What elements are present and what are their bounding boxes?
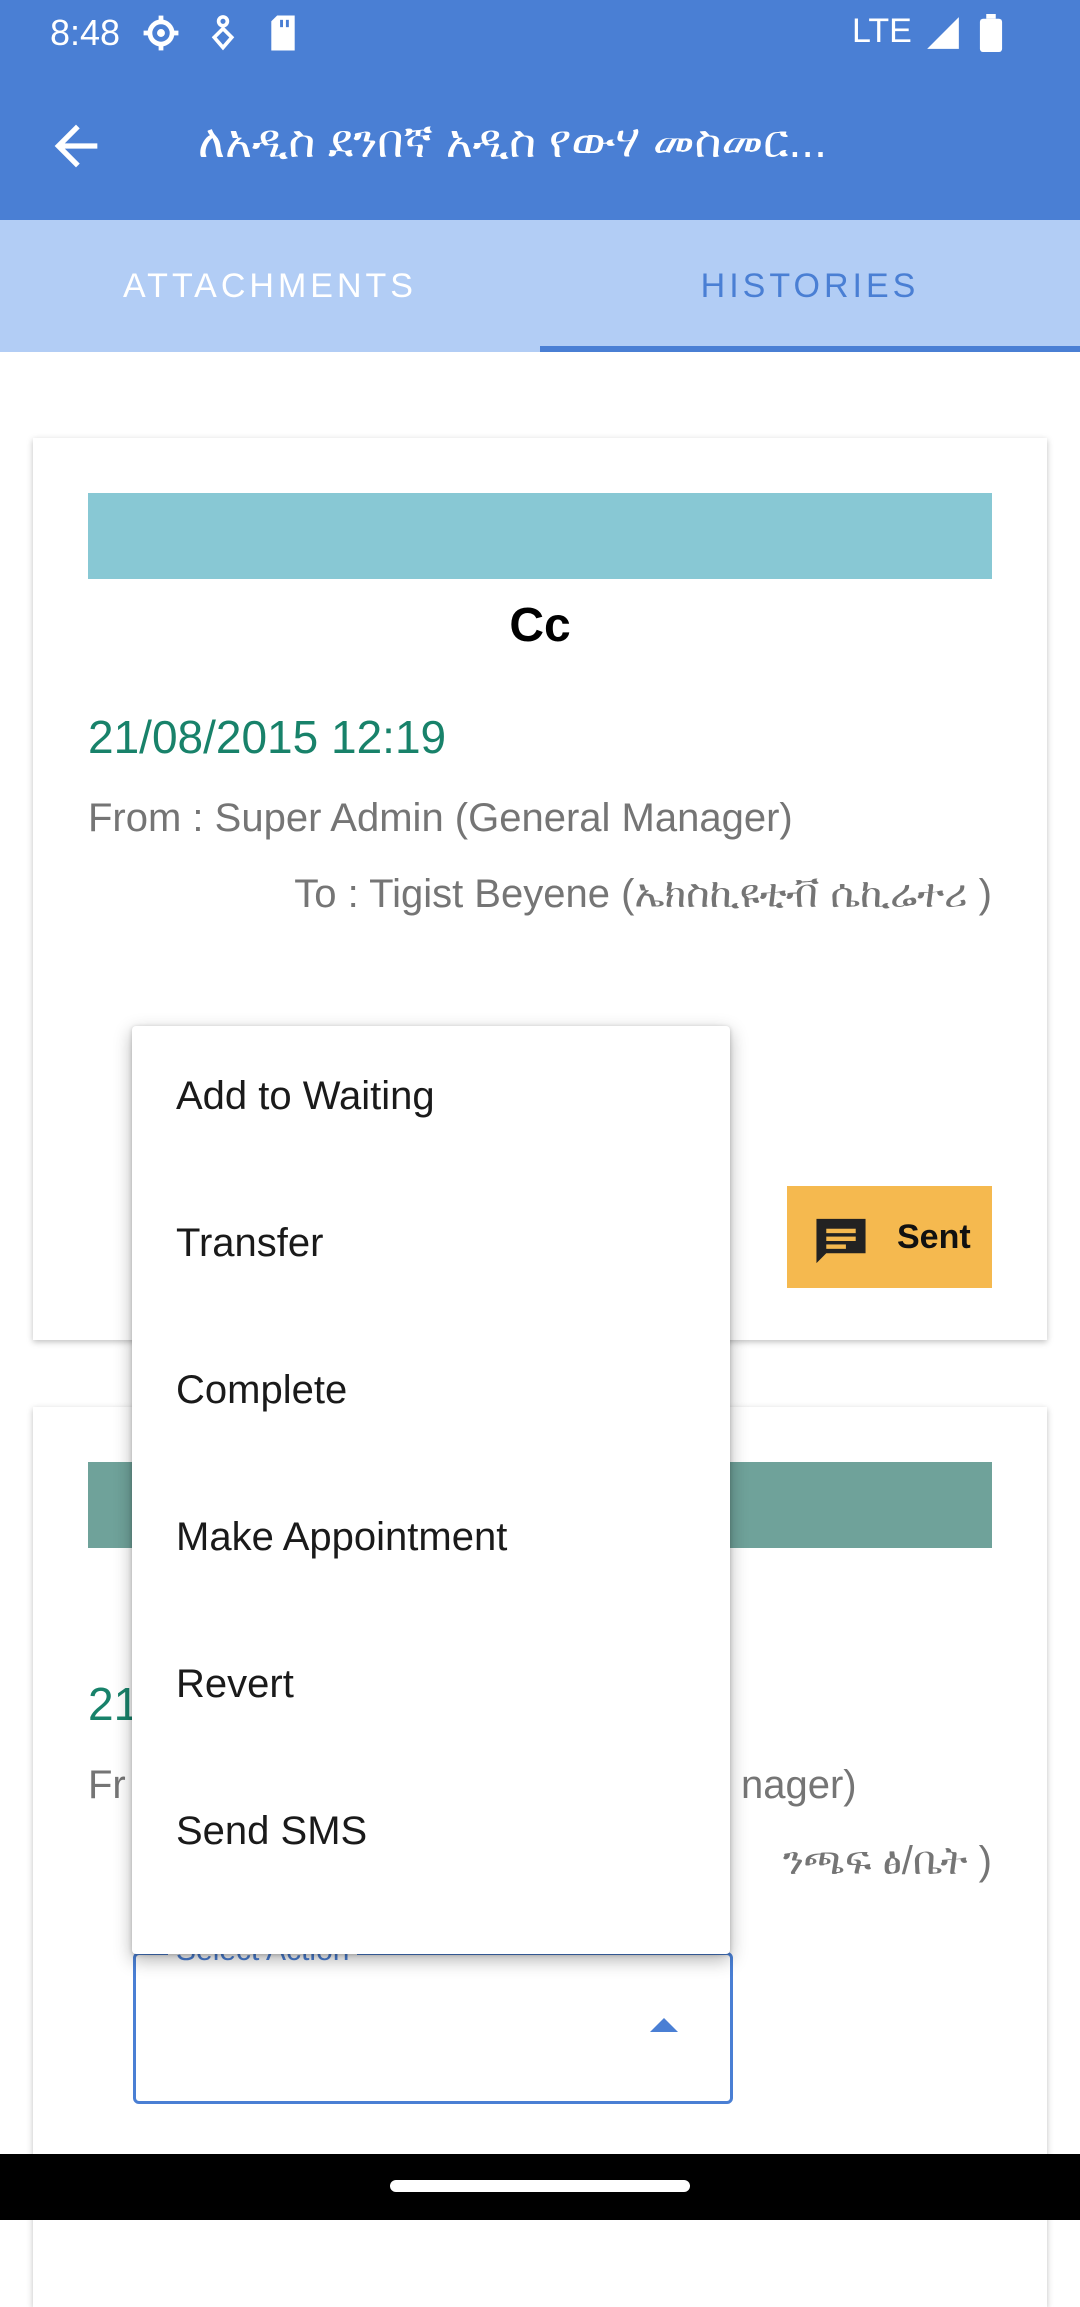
sent-button[interactable]: Sent — [787, 1186, 992, 1288]
network-type: LTE — [852, 12, 912, 50]
tab-indicator — [540, 346, 1080, 352]
menu-item-transfer[interactable]: Transfer — [132, 1173, 730, 1320]
menu-item-revert[interactable]: Revert — [132, 1614, 730, 1761]
history-to: To : Tigist Beyene (ኤክስኪዩቲቭ ሴኪሬተሪ ) — [294, 872, 992, 916]
app-bar: ለአዲስ ደንበኛ አዲስ የውሃ መስመር... — [0, 66, 1080, 220]
back-button[interactable] — [44, 114, 108, 178]
history-from-tail: nager) — [741, 1763, 857, 1807]
history-type: Cc — [509, 599, 571, 652]
tab-histories[interactable]: HISTORIES — [540, 220, 1080, 352]
history-from: Fr — [88, 1763, 126, 1807]
history-from: From : Super Admin (General Manager) — [88, 796, 793, 840]
menu-item-make-appointment[interactable]: Make Appointment — [132, 1467, 730, 1614]
navigation-bar — [0, 2154, 1080, 2220]
arrow-back-icon — [54, 124, 98, 168]
history-date: 21/08/2015 12:19 — [88, 711, 447, 763]
card-color-bar — [88, 493, 992, 579]
action-menu: Add to Waiting Transfer Complete Make Ap… — [132, 1026, 730, 1954]
page-title: ለአዲስ ደንበኛ አዲስ የውሃ መስመር... — [198, 115, 827, 167]
history-to-tail: ንጫፍ ፅ/ቤት ) — [782, 1839, 992, 1883]
menu-item-complete[interactable]: Complete — [132, 1320, 730, 1467]
status-bar: 8:48 LTE — [0, 0, 1080, 66]
battery-icon — [978, 14, 1004, 57]
status-time: 8:48 — [50, 12, 121, 53]
menu-item-add-to-waiting[interactable]: Add to Waiting — [132, 1026, 730, 1173]
sent-label: Sent — [897, 1218, 971, 1256]
tab-bar: ATTACHMENTS HISTORIES — [0, 220, 1080, 352]
dropdown-arrow-up-icon[interactable] — [648, 2016, 680, 2039]
message-icon — [811, 1214, 871, 1273]
tab-attachments[interactable]: ATTACHMENTS — [0, 220, 540, 352]
menu-item-send-sms[interactable]: Send SMS — [132, 1761, 730, 1908]
signal-icon — [924, 14, 962, 57]
select-action-field[interactable] — [133, 1952, 733, 2104]
sd-card-icon — [268, 14, 298, 57]
accessibility-icon — [208, 14, 238, 57]
home-handle[interactable] — [390, 2180, 690, 2192]
settings-gear-icon — [142, 14, 180, 57]
